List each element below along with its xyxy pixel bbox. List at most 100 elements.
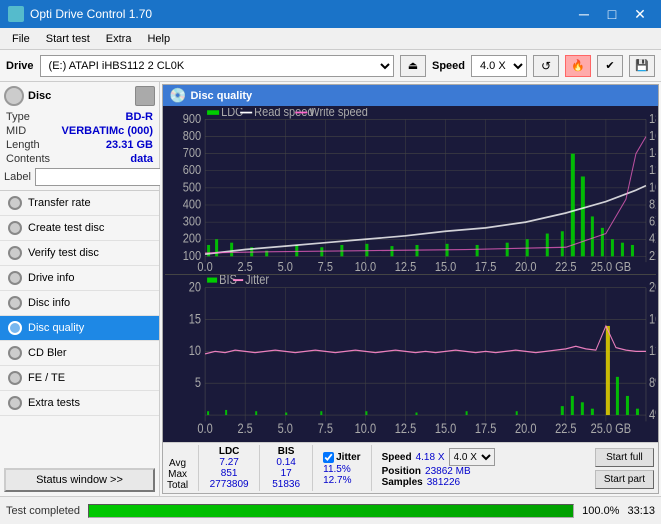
svg-text:7.5: 7.5: [318, 420, 333, 436]
svg-text:12X: 12X: [649, 163, 656, 178]
app-title: Opti Drive Control 1.70: [30, 7, 152, 21]
speed-select[interactable]: 4.0 X: [471, 55, 527, 77]
sidebar-item-transfer-rate[interactable]: Transfer rate: [0, 191, 159, 216]
content-area: 💿 Disc quality: [160, 82, 661, 496]
svg-text:22.5: 22.5: [555, 420, 576, 436]
drivebar: Drive (E:) ATAPI iHBS112 2 CL0K ⏏ Speed …: [0, 50, 661, 82]
svg-text:12.5: 12.5: [395, 260, 417, 274]
svg-text:25.0 GB: 25.0 GB: [591, 420, 631, 436]
disc-contents-row: Contents data: [4, 152, 155, 166]
status-window-button[interactable]: Status window >>: [4, 468, 155, 492]
sidebar-item-extra-tests[interactable]: Extra tests: [0, 391, 159, 416]
svg-text:8%: 8%: [649, 374, 656, 390]
sidebar-item-disc-quality[interactable]: Disc quality: [0, 316, 159, 341]
svg-text:LDC: LDC: [221, 108, 243, 119]
menu-help[interactable]: Help: [139, 31, 178, 47]
drive-info-icon: [8, 271, 22, 285]
svg-text:22.5: 22.5: [555, 260, 577, 274]
svg-text:20.0: 20.0: [515, 420, 536, 436]
burn-button[interactable]: 🔥: [565, 55, 591, 77]
sidebar-item-label-fe-te: FE / TE: [28, 372, 65, 384]
max-label: Max: [168, 469, 187, 480]
disc-length-row: Length 23.31 GB: [4, 138, 155, 152]
menubar: File Start test Extra Help: [0, 28, 661, 50]
avg-label: Avg: [169, 458, 186, 469]
svg-text:10X: 10X: [649, 180, 656, 195]
speed-stat-select[interactable]: 4.0 X: [449, 448, 495, 466]
sidebar-item-verify-test-disc[interactable]: Verify test disc: [0, 241, 159, 266]
svg-text:25.0 GB: 25.0 GB: [591, 260, 632, 274]
disc-quality-header-icon: 💿: [169, 87, 186, 104]
jitter-max: 12.7%: [323, 475, 360, 486]
sidebar-item-label-drive-info: Drive info: [28, 272, 74, 284]
svg-text:0.0: 0.0: [197, 420, 212, 436]
svg-text:18X: 18X: [649, 111, 656, 126]
start-full-button[interactable]: Start full: [595, 448, 654, 467]
sidebar-item-label-extra-tests: Extra tests: [28, 397, 80, 409]
svg-text:14X: 14X: [649, 145, 656, 160]
svg-text:20: 20: [189, 279, 201, 295]
svg-text:2X: 2X: [649, 248, 656, 263]
fe-te-icon: [8, 371, 22, 385]
eject-button[interactable]: ⏏: [400, 55, 426, 77]
svg-text:600: 600: [183, 163, 202, 178]
menu-file[interactable]: File: [4, 31, 38, 47]
svg-text:12.5: 12.5: [395, 420, 416, 436]
menu-extra[interactable]: Extra: [98, 31, 140, 47]
svg-text:15: 15: [189, 311, 201, 327]
sidebar: Disc Type BD-R MID VERBATIMc (000) Lengt…: [0, 82, 160, 496]
svg-text:200: 200: [183, 231, 202, 246]
sidebar-item-label-disc-info: Disc info: [28, 297, 70, 309]
disc-type-val: BD-R: [126, 111, 154, 123]
titlebar-left: Opti Drive Control 1.70: [8, 6, 152, 22]
minimize-button[interactable]: ─: [571, 4, 597, 24]
sidebar-item-cd-bler[interactable]: CD Bler: [0, 341, 159, 366]
sidebar-item-label-disc-quality: Disc quality: [28, 322, 84, 334]
svg-text:10.0: 10.0: [355, 260, 377, 274]
svg-text:6X: 6X: [649, 214, 656, 229]
progress-time: 33:13: [627, 505, 655, 517]
svg-text:800: 800: [183, 128, 202, 143]
sidebar-item-fe-te[interactable]: FE / TE: [0, 366, 159, 391]
menu-start-test[interactable]: Start test: [38, 31, 98, 47]
cd-bler-icon: [8, 346, 22, 360]
titlebar: Opti Drive Control 1.70 ─ □ ✕: [0, 0, 661, 28]
svg-text:15.0: 15.0: [435, 420, 456, 436]
svg-text:500: 500: [183, 180, 202, 195]
close-button[interactable]: ✕: [627, 4, 653, 24]
position-label: Position: [382, 466, 421, 477]
jitter-checkbox[interactable]: [323, 452, 334, 463]
svg-text:Write speed: Write speed: [309, 108, 368, 119]
save-button[interactable]: 💾: [629, 55, 655, 77]
maximize-button[interactable]: □: [599, 4, 625, 24]
speed-label: Speed: [432, 60, 465, 72]
ldc-header: LDC: [219, 446, 240, 457]
sidebar-item-label-verify-test-disc: Verify test disc: [28, 247, 99, 259]
sidebar-item-drive-info[interactable]: Drive info: [0, 266, 159, 291]
refresh-button[interactable]: ↺: [533, 55, 559, 77]
progress-fill: [89, 505, 573, 517]
disc-mid-key: MID: [6, 125, 26, 137]
jitter-header: Jitter: [336, 452, 360, 463]
disc-header: Disc: [4, 86, 155, 106]
progress-track: [88, 504, 574, 518]
verify-button[interactable]: ✔: [597, 55, 623, 77]
disc-quality-header: 💿 Disc quality: [163, 85, 658, 106]
svg-text:16X: 16X: [649, 128, 656, 143]
sidebar-item-disc-info[interactable]: Disc info: [0, 291, 159, 316]
svg-text:5.0: 5.0: [278, 260, 294, 274]
disc-label-key: Label: [4, 171, 31, 183]
svg-text:10.0: 10.0: [355, 420, 376, 436]
drive-select[interactable]: (E:) ATAPI iHBS112 2 CL0K: [40, 55, 394, 77]
disc-details-button[interactable]: [135, 86, 155, 106]
stats-bar: Avg Max Total LDC 7.27 851 2773809 BIS 0…: [163, 442, 658, 493]
svg-text:4X: 4X: [649, 231, 656, 246]
svg-text:17.5: 17.5: [475, 420, 496, 436]
sidebar-item-label-transfer-rate: Transfer rate: [28, 197, 91, 209]
disc-mid-val: VERBATIMc (000): [62, 125, 153, 137]
start-part-button[interactable]: Start part: [595, 470, 654, 489]
disc-type-row: Type BD-R: [4, 110, 155, 124]
svg-text:16%: 16%: [649, 311, 656, 327]
sidebar-item-create-test-disc[interactable]: Create test disc: [0, 216, 159, 241]
extra-tests-icon: [8, 396, 22, 410]
